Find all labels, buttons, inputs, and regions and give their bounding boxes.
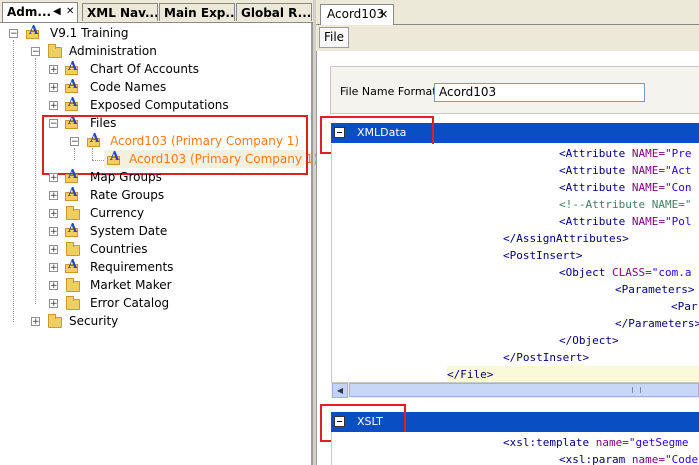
expand-toggle[interactable]: +: [49, 245, 58, 255]
collapse-toggle[interactable]: −: [9, 29, 18, 39]
folder-icon: [66, 206, 80, 220]
document-group-icon: A: [65, 59, 79, 76]
tree-line: [13, 40, 14, 322]
tree-item-requirements[interactable]: Requirements: [90, 258, 173, 276]
expand-toggle[interactable]: +: [49, 83, 58, 93]
tree-item-security[interactable]: Security: [69, 312, 118, 330]
expand-toggle[interactable]: +: [31, 317, 40, 327]
tab-label: XML Nav...: [87, 6, 158, 20]
pin-icon[interactable]: ◀: [53, 3, 61, 21]
document-group-icon: A: [65, 167, 79, 184]
grip-icon: [632, 387, 641, 393]
tree-item-countries[interactable]: Countries: [90, 240, 148, 258]
tab-label: Global R...: [241, 6, 312, 20]
xslt-editor[interactable]: <xsl:template name="getSegme <xsl:param …: [331, 432, 699, 465]
folder-icon: [66, 278, 80, 292]
expand-toggle[interactable]: +: [49, 101, 58, 111]
code-line: </PostInsert>: [503, 351, 590, 364]
folder-icon: [66, 242, 80, 256]
expand-toggle[interactable]: +: [49, 281, 58, 291]
tree-item-currency[interactable]: Currency: [90, 204, 144, 222]
tree-item-market-maker[interactable]: Market Maker: [90, 276, 172, 294]
collapse-toggle[interactable]: −: [31, 47, 40, 57]
tab-label: Adm...: [7, 5, 52, 19]
tree-item-code-names[interactable]: Code Names: [90, 78, 166, 96]
expand-toggle[interactable]: +: [49, 227, 58, 237]
folder-icon: [48, 314, 62, 328]
project-icon: A: [26, 23, 40, 40]
scroll-left-icon[interactable]: ◀: [332, 383, 348, 398]
tree-item-map-groups[interactable]: Map Groups: [90, 168, 162, 186]
code-line: </AssignAttributes>: [503, 232, 629, 245]
tab-administration[interactable]: Adm... ◀ ✕: [2, 2, 78, 22]
code-line: </Parameters>: [615, 317, 699, 330]
tab-acord103[interactable]: Acord103 ✕: [320, 4, 394, 25]
file-name-format-label: File Name Format:: [340, 85, 441, 98]
code-line: <!--Attribute NAME=": [559, 198, 692, 211]
close-icon[interactable]: ✕: [66, 3, 74, 21]
tab-label: Acord103: [327, 7, 385, 21]
document-group-icon: A: [65, 95, 79, 112]
tab-main-explorer[interactable]: Main Exp...: [159, 3, 235, 21]
code-line: <Attribute NAME="Pol: [559, 215, 692, 228]
code-line-current: </File>: [447, 366, 699, 382]
expand-toggle[interactable]: +: [49, 191, 58, 201]
expand-toggle[interactable]: +: [49, 209, 58, 219]
file-button[interactable]: File: [319, 27, 349, 48]
code-line: <Object CLASS="com.a: [559, 266, 692, 279]
code-line: <Par: [671, 300, 698, 313]
code-line: <Attribute NAME="Act: [559, 164, 692, 177]
tree-item-exposed-computations[interactable]: Exposed Computations: [90, 96, 229, 114]
code-line: <PostInsert>: [503, 249, 583, 262]
tree-item-error-catalog[interactable]: Error Catalog: [90, 294, 169, 312]
document-group-icon: A: [65, 257, 79, 274]
document-group-icon: A: [65, 221, 79, 238]
document-group-icon: A: [65, 77, 79, 94]
close-icon[interactable]: ✕: [379, 5, 388, 24]
tree-item-administration[interactable]: Administration: [69, 42, 157, 60]
code-line: <Attribute NAME="Con: [559, 181, 692, 194]
code-line: <xsl:param name="Code: [559, 453, 699, 465]
tab-label: Main Exp...: [164, 6, 235, 20]
callout-box-files: [42, 115, 308, 175]
code-line: <Parameters>: [615, 283, 695, 296]
expand-toggle[interactable]: +: [49, 65, 58, 75]
editor-toolbar: [316, 25, 699, 51]
tree-item-chart-of-accounts[interactable]: Chart Of Accounts: [90, 60, 199, 78]
scrollbar-thumb[interactable]: [349, 383, 699, 397]
tab-global-rules[interactable]: Global R...: [236, 3, 312, 21]
left-tab-bar: Adm... ◀ ✕ XML Nav... Main Exp... Global…: [0, 0, 313, 23]
file-name-format-input[interactable]: Acord103: [434, 83, 645, 102]
code-line: <xsl:template name="getSegme: [503, 436, 689, 449]
tree-line: [35, 58, 36, 304]
folder-icon: [48, 44, 62, 58]
folder-icon: [66, 296, 80, 310]
tree-item-root[interactable]: V9.1 Training: [50, 24, 128, 42]
xmldata-editor[interactable]: <Attribute NAME="Pre <Attribute NAME="Ac…: [331, 144, 699, 382]
expand-toggle[interactable]: +: [49, 299, 58, 309]
expand-toggle[interactable]: +: [49, 173, 58, 183]
document-group-icon: A: [65, 185, 79, 202]
code-line: <Attribute NAME="Pre: [559, 147, 692, 160]
tab-xml-navigator[interactable]: XML Nav...: [82, 3, 158, 21]
expand-toggle[interactable]: +: [49, 263, 58, 273]
tree-item-system-date[interactable]: System Date: [90, 222, 167, 240]
code-line: </Object>: [559, 334, 619, 347]
tree-item-rate-groups[interactable]: Rate Groups: [90, 186, 164, 204]
